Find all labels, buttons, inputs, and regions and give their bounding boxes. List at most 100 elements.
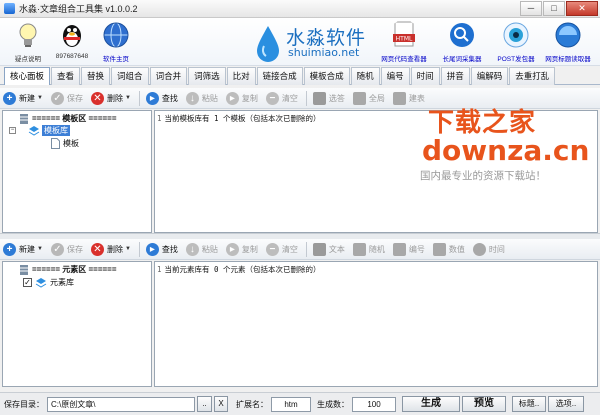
template-item-node[interactable]: 模板 — [51, 138, 79, 149]
window-title: 水淼·文章组合工具集 v1.0.0.2 — [19, 4, 138, 14]
template-item-label: 模板 — [63, 139, 79, 148]
template-extra-button-2[interactable]: 全局 — [350, 89, 388, 108]
ext-input[interactable]: htm — [271, 396, 311, 412]
close-button[interactable]: ✕ — [566, 1, 598, 16]
tab-link-compose[interactable]: 链接合成 — [256, 67, 303, 85]
generate-button[interactable]: 生成 — [402, 396, 460, 412]
element-time-label: 时间 — [488, 244, 505, 254]
arrow-right-icon: ▸ — [145, 242, 159, 256]
element-delete-label: 删除 — [106, 244, 123, 254]
element-delete-button[interactable]: ✕ 删除 ▼ — [88, 240, 134, 259]
template-new-button[interactable]: + 新建 ▼ — [0, 89, 46, 108]
template-library-node[interactable]: − 模板库 — [9, 125, 70, 136]
preview-button[interactable]: 预览 — [462, 396, 506, 412]
tab-view[interactable]: 查看 — [51, 67, 81, 85]
element-new-button[interactable]: + 新建 ▼ — [0, 240, 46, 259]
element-number-button[interactable]: 编号 — [390, 240, 428, 259]
checkbox[interactable]: ✓ — [23, 278, 32, 287]
template-find-button[interactable]: ▸ 查找 — [143, 89, 181, 108]
template-delete-button[interactable]: ✕ 删除 ▼ — [88, 89, 134, 108]
element-paste-button[interactable]: ↓ 粘贴 — [183, 240, 221, 259]
element-save-button[interactable]: ✓ 保存 — [48, 240, 86, 259]
longtail-collector-label: 长尾词采集器 — [442, 56, 482, 63]
post-sender-label: POST发包器 — [497, 56, 535, 63]
element-find-button[interactable]: ▸ 查找 — [143, 240, 181, 259]
longtail-collector-link[interactable]: 长尾词采集器 — [434, 20, 490, 63]
tab-time[interactable]: 时间 — [410, 67, 440, 85]
database-icon — [20, 264, 28, 275]
chevron-down-icon[interactable]: ▼ — [125, 246, 131, 252]
element-random-button[interactable]: 随机 — [350, 240, 388, 259]
chevron-down-icon[interactable]: ▼ — [37, 246, 43, 252]
homepage-link[interactable]: 软件主页 — [88, 20, 144, 63]
arrow-down-icon: ↓ — [185, 91, 199, 105]
watermark-tagline: 国内最专业的资源下载站！ — [420, 170, 546, 182]
template-new-label: 新建 — [19, 93, 35, 103]
template-paste-button[interactable]: ↓ 粘贴 — [183, 89, 221, 108]
tab-replace[interactable]: 替换 — [81, 67, 111, 85]
element-editor[interactable]: 1 当前元素库有 0 个元素（包括本次已删除的） — [154, 261, 598, 387]
tab-numbering[interactable]: 编号 — [380, 67, 410, 85]
search-globe-icon — [450, 23, 474, 47]
homepage-label: 软件主页 — [103, 56, 129, 63]
title-button[interactable]: 标题.. — [512, 396, 546, 412]
element-text-button[interactable]: 文本 — [310, 240, 348, 259]
window-controls: ─ □ ✕ — [520, 1, 598, 16]
brand-name-en: shuimiao.net — [288, 46, 360, 59]
tab-encode-decode[interactable]: 编解码 — [470, 67, 509, 85]
arrow-right-icon: ▸ — [225, 242, 239, 256]
clear-dir-button[interactable]: X — [214, 396, 228, 412]
template-find-label: 查找 — [161, 93, 178, 103]
element-new-label: 新建 — [19, 244, 35, 254]
chevron-down-icon[interactable]: ▼ — [125, 95, 131, 101]
tab-template-compose[interactable]: 模板合成 — [303, 67, 350, 85]
options-button[interactable]: 选项.. — [548, 396, 584, 412]
plus-icon: + — [3, 242, 16, 256]
template-copy-button[interactable]: ▸ 复制 — [223, 89, 261, 108]
template-extra-button-1[interactable]: 选答 — [310, 89, 348, 108]
chevron-down-icon[interactable]: ▼ — [37, 95, 43, 101]
element-time-button[interactable]: 时间 — [470, 240, 508, 259]
tab-pinyin[interactable]: 拼音 — [440, 67, 470, 85]
element-clear-button[interactable]: − 清空 — [263, 240, 301, 259]
element-copy-button[interactable]: ▸ 复制 — [223, 240, 261, 259]
arrow-right-icon: ▸ — [225, 91, 239, 105]
element-random-label: 随机 — [368, 244, 385, 254]
downza-watermark: 下载之家 downza.cn 国内最专业的资源下载站！ — [420, 102, 600, 192]
collapse-icon[interactable]: − — [9, 127, 16, 134]
tab-word-combine[interactable]: 词组合 — [111, 67, 149, 85]
maximize-button[interactable]: □ — [543, 1, 565, 16]
element-editor-line: 1 当前元素库有 0 个元素（包括本次已删除的） — [157, 264, 321, 275]
tab-core-panel[interactable]: 核心面板 — [4, 67, 51, 85]
template-tree: ====== 模板区 ====== − 模板库 模板 — [2, 110, 152, 233]
tab-dedupe-shuffle[interactable]: 去重打乱 — [509, 67, 556, 85]
toolbar-separator — [305, 241, 307, 257]
dice-icon — [352, 242, 366, 256]
template-extra-label-1: 选答 — [328, 93, 345, 103]
ie-globe-icon — [555, 22, 581, 48]
library-icon — [28, 125, 40, 136]
element-value-button[interactable]: 数值 — [430, 240, 468, 259]
element-library-node[interactable]: ✓ 元素库 — [23, 277, 74, 288]
minimize-button[interactable]: ─ — [520, 1, 542, 16]
tab-word-merge[interactable]: 词合并 — [149, 67, 188, 85]
title-reader-link[interactable]: 网页标题读取器 — [540, 20, 596, 63]
tab-compare[interactable]: 比对 — [226, 67, 256, 85]
post-sender-link[interactable]: POST发包器 — [488, 20, 544, 63]
template-clear-button[interactable]: − 清空 — [263, 89, 301, 108]
element-value-label: 数值 — [448, 244, 465, 254]
svg-text:HTML: HTML — [396, 36, 413, 43]
value-icon — [432, 242, 446, 256]
count-input[interactable]: 100 — [352, 396, 396, 412]
html-viewer-link[interactable]: HTML 网页代码查看器 — [376, 20, 432, 63]
tab-random[interactable]: 随机 — [350, 67, 380, 85]
template-save-button[interactable]: ✓ 保存 — [48, 89, 86, 108]
browse-button[interactable]: .. — [197, 396, 212, 412]
number-icon — [392, 242, 406, 256]
save-dir-input[interactable]: C:\原创文章\ — [47, 396, 195, 412]
element-save-label: 保存 — [66, 244, 83, 254]
template-area-label: ====== 模板区 ====== — [32, 114, 117, 123]
tab-word-filter[interactable]: 词筛选 — [188, 67, 226, 85]
arrow-right-icon: ▸ — [145, 91, 159, 105]
app-icon — [4, 3, 15, 14]
